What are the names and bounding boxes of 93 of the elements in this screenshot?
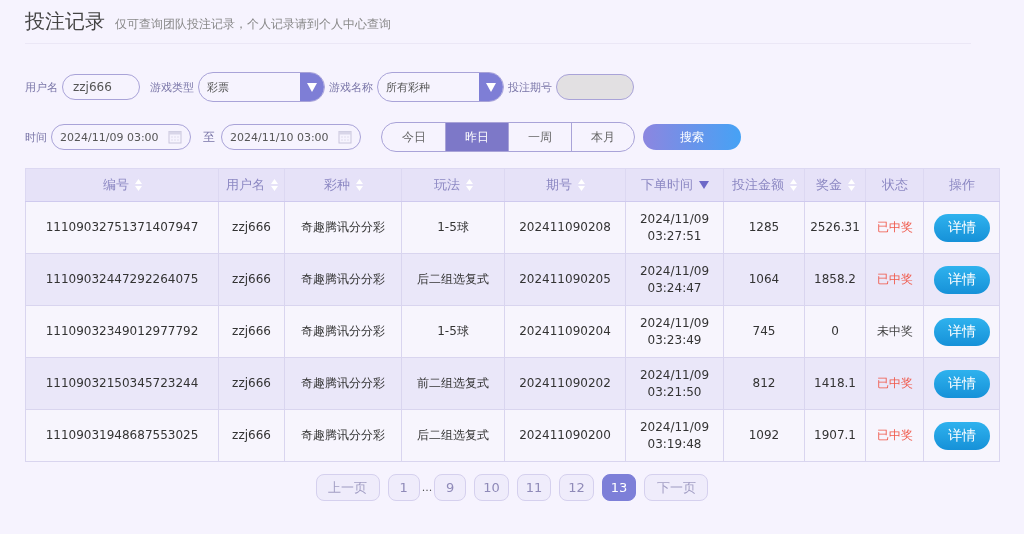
table-cell: 奇趣腾讯分分彩 — [284, 409, 402, 462]
table-cell: 11109032751371407947 — [25, 201, 219, 254]
sort-desc-icon — [698, 181, 709, 189]
table-cell: 2024/11/09 03:24:47 — [625, 253, 724, 306]
table-cell: 奇趣腾讯分分彩 — [284, 201, 402, 254]
table-cell: 1285 — [723, 201, 805, 254]
column-header[interactable]: 用户名 — [218, 168, 285, 202]
table-cell: 1-5球 — [401, 201, 505, 254]
status-cell: 已中奖 — [865, 201, 924, 254]
caret-icon — [307, 82, 317, 92]
field-label: 至 — [203, 128, 215, 146]
page-button[interactable]: 11 — [516, 474, 552, 501]
table-cell: 前二组选复式 — [401, 357, 505, 410]
range-tab[interactable]: 昨日 — [445, 123, 508, 151]
page-button[interactable]: 10 — [474, 474, 509, 501]
table-cell: 0 — [804, 305, 866, 358]
issue-field[interactable] — [556, 74, 634, 100]
column-header[interactable]: 下单时间 — [625, 168, 724, 202]
caret-icon — [486, 82, 496, 92]
table-cell: 奇趣腾讯分分彩 — [284, 253, 402, 306]
table-cell: zzj666 — [218, 305, 285, 358]
page-subtitle: 仅可查询团队投注记录，个人记录请到个人中心查询 — [115, 16, 391, 33]
field-label: 游戏名称 — [329, 79, 373, 95]
page-button[interactable]: 1 — [387, 474, 420, 501]
table-cell: 1907.1 — [804, 409, 866, 462]
status-cell: 已中奖 — [865, 357, 924, 410]
table-cell: zzj666 — [218, 357, 285, 410]
table-cell: 812 — [723, 357, 805, 410]
field-label: 游戏类型 — [150, 79, 194, 95]
calendar-icon — [338, 130, 352, 144]
details-button[interactable]: 详情 — [933, 213, 990, 242]
search-button[interactable]: 搜索 — [643, 124, 741, 150]
page-button[interactable]: 9 — [434, 474, 467, 501]
table-cell: 1418.1 — [804, 357, 866, 410]
sort-icon — [465, 179, 473, 191]
table-cell: 奇趣腾讯分分彩 — [284, 357, 402, 410]
details-button[interactable]: 详情 — [933, 369, 990, 398]
table-cell: 奇趣腾讯分分彩 — [284, 305, 402, 358]
column-header[interactable]: 彩种 — [284, 168, 402, 202]
table-cell: 11109031948687553025 — [25, 409, 219, 462]
status-cell: 已中奖 — [865, 409, 924, 462]
table-cell: 202411090204 — [504, 305, 626, 358]
table-cell: 202411090205 — [504, 253, 626, 306]
table-cell: zzj666 — [218, 253, 285, 306]
table-cell: 1064 — [723, 253, 805, 306]
column-header[interactable]: 玩法 — [401, 168, 505, 202]
sort-icon — [355, 179, 363, 191]
table-cell: 202411090200 — [504, 409, 626, 462]
sort-icon — [789, 179, 797, 191]
table-cell: 2024/11/09 03:19:48 — [625, 409, 724, 462]
details-button[interactable]: 详情 — [933, 317, 990, 346]
sort-icon — [270, 179, 278, 191]
column-header[interactable]: 奖金 — [804, 168, 866, 202]
table-cell: 1092 — [723, 409, 805, 462]
table-cell: 2024/11/09 03:21:50 — [625, 357, 724, 410]
details-button[interactable]: 详情 — [933, 265, 990, 294]
sort-icon — [577, 179, 585, 191]
table-cell: 11109032150345723244 — [25, 357, 219, 410]
field-label: 投注期号 — [508, 79, 552, 95]
table-cell: 202411090202 — [504, 357, 626, 410]
calendar-icon — [168, 130, 182, 144]
table-cell: 745 — [723, 305, 805, 358]
table-cell: 1-5球 — [401, 305, 505, 358]
page-title: 投注记录 — [25, 8, 105, 35]
sort-icon — [134, 179, 142, 191]
table-cell: 后二组选复式 — [401, 253, 505, 306]
table-cell: 2024/11/09 03:23:49 — [625, 305, 724, 358]
table-cell: 后二组选复式 — [401, 409, 505, 462]
column-header[interactable]: 状态 — [865, 168, 924, 202]
status-cell: 未中奖 — [865, 305, 924, 358]
sort-icon — [847, 179, 855, 191]
range-tab[interactable]: 今日 — [382, 123, 445, 151]
page-button[interactable]: 13 — [601, 474, 637, 501]
details-button[interactable]: 详情 — [933, 421, 990, 450]
page-button[interactable]: 12 — [559, 474, 594, 501]
table-cell: 202411090208 — [504, 201, 626, 254]
column-header[interactable]: 投注金额 — [723, 168, 805, 202]
table-cell: 2526.31 — [804, 201, 866, 254]
column-header[interactable]: 期号 — [504, 168, 626, 202]
table-cell: zzj666 — [218, 409, 285, 462]
column-header[interactable]: 编号 — [25, 168, 219, 202]
range-tab[interactable]: 一周 — [508, 123, 571, 151]
pagination-ellipsis: ... — [421, 481, 433, 494]
table-cell: 1858.2 — [804, 253, 866, 306]
status-cell: 已中奖 — [865, 253, 924, 306]
range-tab[interactable]: 本月 — [571, 123, 634, 151]
table-cell: 11109032447292264075 — [25, 253, 219, 306]
table-cell: zzj666 — [218, 201, 285, 254]
column-header[interactable]: 操作 — [923, 168, 1000, 202]
table-cell: 2024/11/09 03:27:51 — [625, 201, 724, 254]
field-label: 时间 — [25, 129, 47, 145]
field-label: 用户名 — [25, 79, 58, 95]
table-cell: 11109032349012977792 — [25, 305, 219, 358]
